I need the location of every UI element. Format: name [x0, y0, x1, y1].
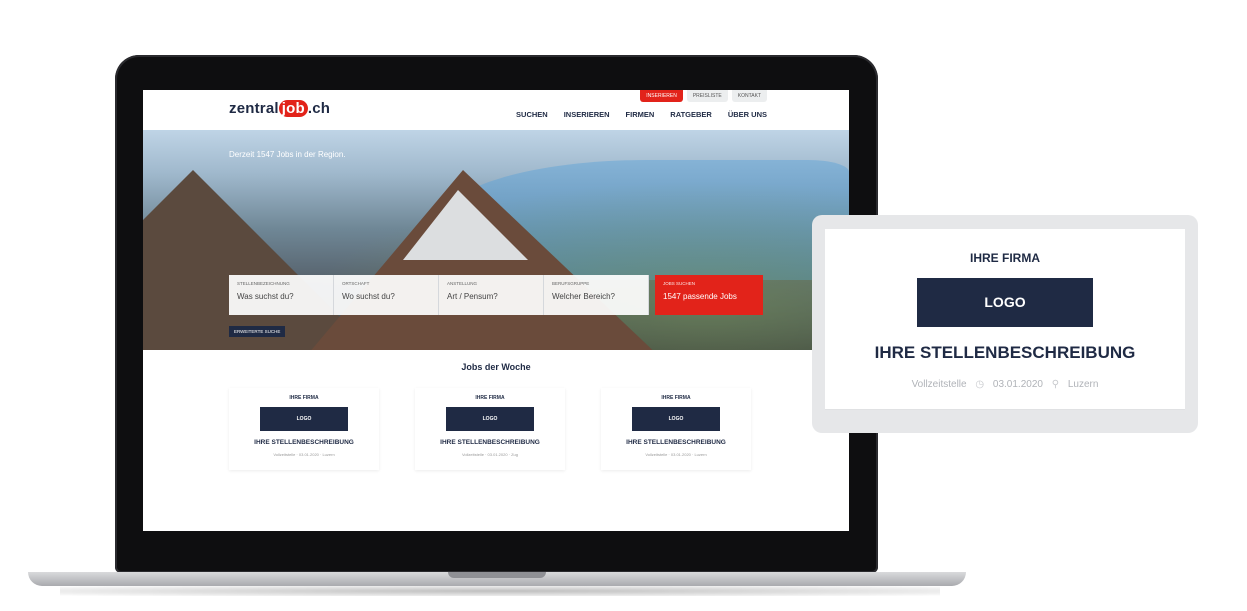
field-placeholder: Wo suchst du?	[342, 292, 395, 301]
advanced-search-button[interactable]: ERWEITERTE SUCHE	[229, 326, 286, 337]
hero-banner: Derzeit 1547 Jobs in der Region. STELLEN…	[143, 130, 849, 350]
search-submit-button[interactable]: JOBS SUCHEN 1547 passende Jobs	[655, 275, 763, 315]
job-card[interactable]: IHRE FIRMA LOGO IHRE STELLENBESCHREIBUNG…	[229, 388, 379, 470]
util-inserieren-button[interactable]: INSERIEREN	[640, 90, 683, 102]
job-logo: LOGO	[446, 407, 534, 431]
jobs-of-week-title: Jobs der Woche	[461, 362, 531, 372]
logo-part-2: job	[278, 100, 308, 117]
job-firm: IHRE FIRMA	[661, 395, 691, 401]
featured-meta: Vollzeitstelle ◷ 03.01.2020 ⚲ Luzern	[825, 379, 1185, 390]
search-field-title[interactable]: STELLENBEZEICHNUNG Was suchst du?	[229, 275, 334, 315]
location-pin-icon: ⚲	[1051, 379, 1060, 390]
job-firm: IHRE FIRMA	[289, 395, 319, 401]
field-placeholder: Was suchst du?	[237, 292, 294, 301]
nav-ueber-uns[interactable]: ÜBER UNS	[728, 110, 767, 119]
nav-ratgeber[interactable]: RATGEBER	[670, 110, 712, 119]
logo-part-1: zentral	[229, 100, 279, 117]
field-label: BERUFSGRUPPE	[552, 281, 590, 286]
field-label: ANSTELLUNG	[447, 281, 478, 286]
job-logo: LOGO	[260, 407, 348, 431]
hero-text: Derzeit 1547 Jobs in der Region.	[229, 150, 346, 159]
featured-type: Vollzeitstelle	[911, 379, 967, 390]
submit-text: 1547 passende Jobs	[663, 292, 737, 301]
search-field-category[interactable]: BERUFSGRUPPE Welcher Bereich?	[544, 275, 649, 315]
search-field-location[interactable]: ORTSCHAFT Wo suchst du?	[334, 275, 439, 315]
job-desc: IHRE STELLENBESCHREIBUNG	[254, 439, 354, 446]
nav-firmen[interactable]: FIRMEN	[626, 110, 655, 119]
job-card[interactable]: IHRE FIRMA LOGO IHRE STELLENBESCHREIBUNG…	[601, 388, 751, 470]
main-nav: SUCHEN INSERIEREN FIRMEN RATGEBER ÜBER U…	[516, 110, 767, 119]
featured-desc: IHRE STELLENBESCHREIBUNG	[874, 343, 1136, 362]
featured-firm: IHRE FIRMA	[970, 251, 1040, 265]
job-card[interactable]: IHRE FIRMA LOGO IHRE STELLENBESCHREIBUNG…	[415, 388, 565, 470]
job-meta: Vollzeitstelle · 03.01.2020 · Zug	[461, 452, 519, 457]
laptop-shadow	[60, 586, 940, 596]
hero-snow	[403, 190, 528, 260]
job-meta: Vollzeitstelle · 03.01.2020 · Luzern	[645, 452, 707, 457]
nav-suchen[interactable]: SUCHEN	[516, 110, 548, 119]
laptop-notch	[448, 572, 546, 578]
job-desc: IHRE STELLENBESCHREIBUNG	[626, 439, 726, 446]
field-placeholder: Welcher Bereich?	[552, 292, 615, 301]
featured-logo: LOGO	[917, 278, 1093, 327]
search-bar: STELLENBEZEICHNUNG Was suchst du? ORTSCH…	[229, 275, 765, 315]
featured-job-card[interactable]: IHRE FIRMA LOGO IHRE STELLENBESCHREIBUNG…	[812, 215, 1198, 433]
utility-bar: INSERIEREN PREISLISTE KONTAKT	[640, 90, 767, 102]
util-preisliste-button[interactable]: PREISLISTE	[686, 90, 728, 102]
featured-date: 03.01.2020	[992, 379, 1043, 390]
field-placeholder: Art / Pensum?	[447, 292, 498, 301]
laptop-base	[28, 572, 966, 586]
laptop-screen: INSERIEREN PREISLISTE KONTAKT zentral job…	[143, 90, 849, 531]
submit-label: JOBS SUCHEN	[663, 281, 696, 286]
featured-location: Luzern	[1067, 379, 1099, 390]
featured-card-inner: IHRE FIRMA LOGO IHRE STELLENBESCHREIBUNG…	[825, 229, 1185, 410]
job-meta: Vollzeitstelle · 03.01.2020 · Luzern	[273, 452, 335, 457]
field-label: STELLENBEZEICHNUNG	[237, 281, 290, 286]
field-label: ORTSCHAFT	[342, 281, 370, 286]
job-logo: LOGO	[632, 407, 720, 431]
nav-inserieren[interactable]: INSERIEREN	[564, 110, 610, 119]
clock-icon: ◷	[975, 379, 985, 390]
util-kontakt-button[interactable]: KONTAKT	[731, 90, 767, 102]
site-logo[interactable]: zentral job .ch	[229, 100, 330, 117]
search-field-type[interactable]: ANSTELLUNG Art / Pensum?	[439, 275, 544, 315]
job-firm: IHRE FIRMA	[475, 395, 505, 401]
logo-part-3: .ch	[307, 100, 331, 117]
job-desc: IHRE STELLENBESCHREIBUNG	[440, 439, 540, 446]
